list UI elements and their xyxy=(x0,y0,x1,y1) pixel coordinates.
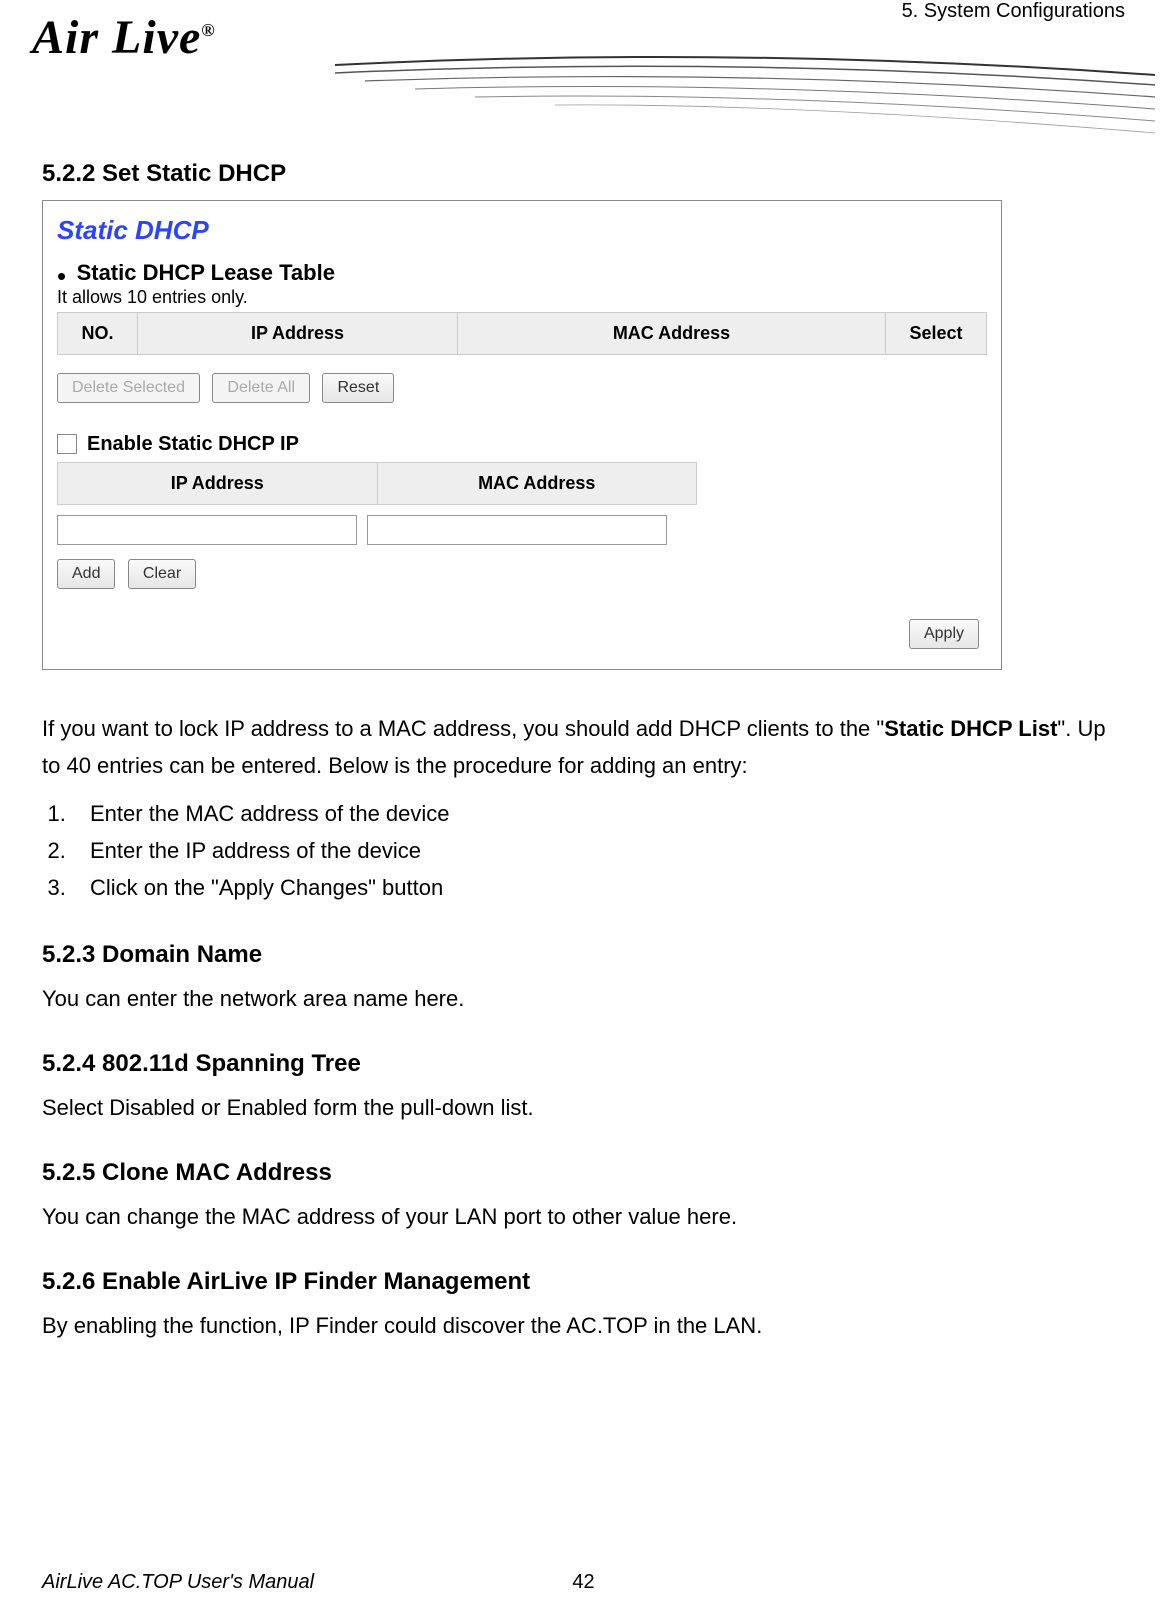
delete-all-button[interactable]: Delete All xyxy=(212,373,310,403)
col-mac: MAC Address xyxy=(458,313,886,354)
step-1: Enter the MAC address of the device xyxy=(72,795,1125,832)
lease-table-heading-text: Static DHCP Lease Table xyxy=(77,260,335,285)
col-select: Select xyxy=(886,313,986,354)
heading-526: 5.2.6 Enable AirLive IP Finder Managemen… xyxy=(42,1268,1125,1296)
enable-static-dhcp-label: Enable Static DHCP IP xyxy=(87,433,299,456)
logo: Air Live® xyxy=(32,10,216,65)
lease-table-heading: • Static DHCP Lease Table xyxy=(57,260,987,287)
ip-address-input[interactable] xyxy=(57,515,357,545)
ipmac-input-row xyxy=(57,515,987,545)
enable-static-dhcp-checkbox[interactable] xyxy=(57,434,77,454)
heading-525: 5.2.5 Clone MAC Address xyxy=(42,1159,1125,1187)
screenshot-static-dhcp: Static DHCP • Static DHCP Lease Table It… xyxy=(42,200,1002,670)
add-button[interactable]: Add xyxy=(57,559,115,589)
step-3c: " button xyxy=(368,875,443,900)
desc-524: Select Disabled or Enabled form the pull… xyxy=(42,1090,1125,1125)
intro-p1b: Static DHCP List xyxy=(884,716,1057,741)
decorative-swoosh xyxy=(335,45,1155,165)
step-2: Enter the IP address of the device xyxy=(72,832,1125,869)
mac-address-input[interactable] xyxy=(367,515,667,545)
desc-523: You can enter the network area name here… xyxy=(42,981,1125,1016)
add-clear-row: Add Clear xyxy=(57,559,987,589)
logo-reg: ® xyxy=(201,20,215,40)
steps-list: Enter the MAC address of the device Ente… xyxy=(72,795,1125,907)
heading-524: 5.2.4 802.11d Spanning Tree xyxy=(42,1050,1125,1078)
footer-page-number: 42 xyxy=(572,1571,594,1594)
screenshot-title: Static DHCP xyxy=(57,215,987,246)
footer: AirLive AC.TOP User's Manual 42 xyxy=(42,1571,1125,1594)
chapter-label: 5. System Configurations xyxy=(902,0,1125,23)
intro-p1a: If you want to lock IP address to a MAC … xyxy=(42,716,884,741)
intro-paragraph: If you want to lock IP address to a MAC … xyxy=(42,710,1125,785)
apply-row: Apply xyxy=(57,619,987,649)
ipmac-col-mac: MAC Address xyxy=(378,463,697,504)
lease-note: It allows 10 entries only. xyxy=(57,287,987,308)
footer-manual: AirLive AC.TOP User's Manual xyxy=(42,1571,314,1593)
ipmac-col-ip: IP Address xyxy=(58,463,378,504)
apply-button[interactable]: Apply xyxy=(909,619,979,649)
lease-button-row: Delete Selected Delete All Reset xyxy=(57,373,987,403)
step-3: Click on the "Apply Changes" button xyxy=(72,869,1125,906)
delete-selected-button[interactable]: Delete Selected xyxy=(57,373,200,403)
col-ip: IP Address xyxy=(138,313,458,354)
lease-table-header: NO. IP Address MAC Address Select xyxy=(57,312,987,355)
desc-525: You can change the MAC address of your L… xyxy=(42,1199,1125,1234)
enable-static-dhcp-row: Enable Static DHCP IP xyxy=(57,433,987,456)
clear-button[interactable]: Clear xyxy=(128,559,196,589)
ipmac-header: IP Address MAC Address xyxy=(57,462,697,505)
reset-button[interactable]: Reset xyxy=(322,373,394,403)
step-3b: Apply Changes xyxy=(219,875,368,900)
desc-526: By enabling the function, IP Finder coul… xyxy=(42,1308,1125,1343)
col-no: NO. xyxy=(58,313,138,354)
logo-text: Air Live xyxy=(32,11,201,64)
heading-523: 5.2.3 Domain Name xyxy=(42,941,1125,969)
step-3a: Click on the " xyxy=(90,875,219,900)
